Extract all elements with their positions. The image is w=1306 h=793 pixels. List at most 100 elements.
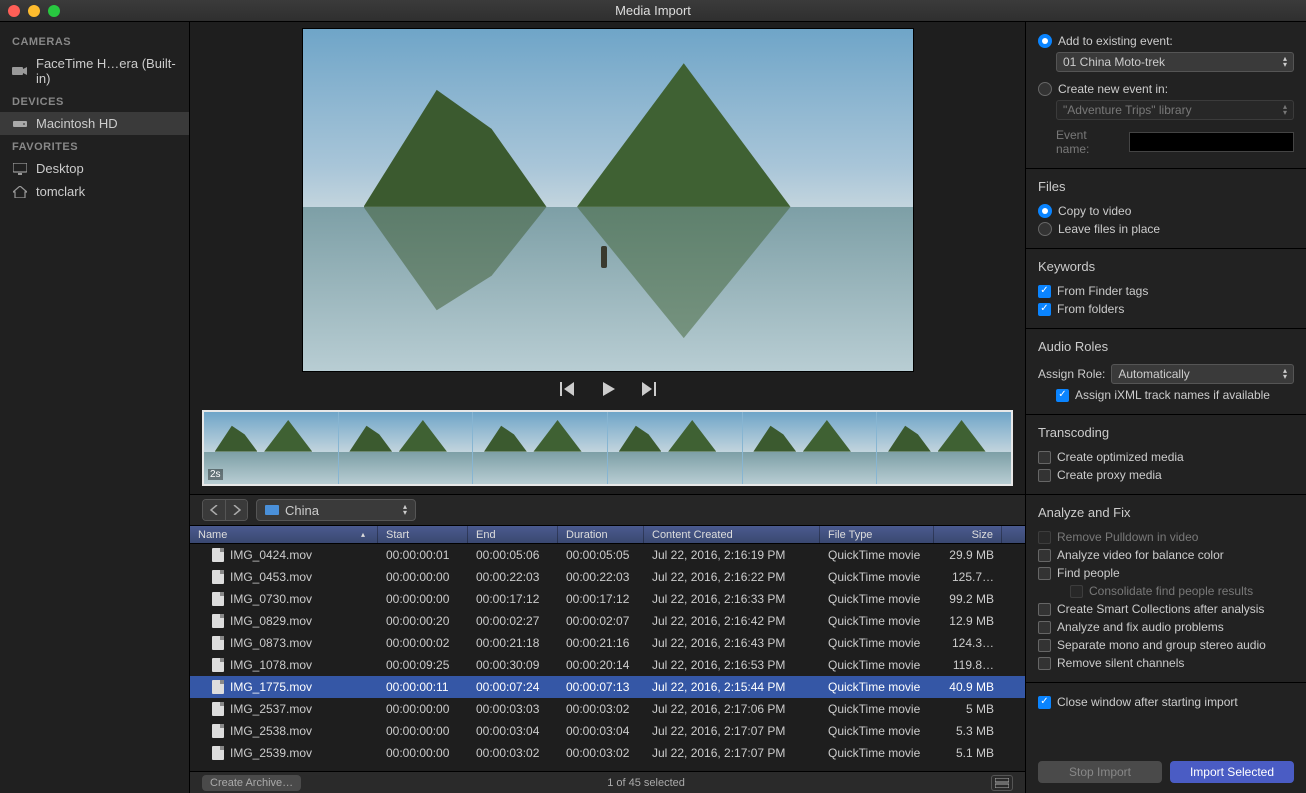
check-proxy-media[interactable] xyxy=(1038,469,1051,482)
table-row[interactable]: IMG_0873.mov00:00:00:0200:00:21:1800:00:… xyxy=(190,632,1025,654)
column-header-filetype[interactable]: File Type xyxy=(820,526,934,543)
check-close-after-import[interactable] xyxy=(1038,696,1051,709)
cell-created: Jul 22, 2016, 2:16:42 PM xyxy=(644,614,820,628)
check-find-people[interactable] xyxy=(1038,567,1051,580)
sidebar-item-facetime-camera[interactable]: FaceTime H…era (Built-in) xyxy=(0,52,189,90)
table-row[interactable]: IMG_1078.mov00:00:09:2500:00:30:0900:00:… xyxy=(190,654,1025,676)
sidebar-item-macintosh-hd[interactable]: Macintosh HD xyxy=(0,112,189,135)
cell-duration: 00:00:02:07 xyxy=(558,614,644,628)
folder-icon xyxy=(265,505,279,515)
filmstrip-thumb[interactable] xyxy=(877,412,1011,484)
table-row[interactable]: IMG_2538.mov00:00:00:0000:00:03:0400:00:… xyxy=(190,720,1025,742)
sidebar-heading-devices: DEVICES xyxy=(0,90,189,112)
previous-clip-button[interactable] xyxy=(558,380,578,398)
sidebar-item-home-folder[interactable]: tomclark xyxy=(0,180,189,203)
cell-created: Jul 22, 2016, 2:17:07 PM xyxy=(644,724,820,738)
dropdown-arrows-icon: ▴▾ xyxy=(1283,56,1287,67)
filmstrip-duration-label: 2s xyxy=(208,469,223,480)
radio-create-new-event[interactable] xyxy=(1038,82,1052,96)
cell-size: 124.3… xyxy=(934,636,1002,650)
table-row[interactable]: IMG_0424.mov00:00:00:0100:00:05:0600:00:… xyxy=(190,544,1025,566)
import-options-panel: Add to existing event: 01 China Moto-tre… xyxy=(1026,22,1306,793)
check-balance-color[interactable] xyxy=(1038,549,1051,562)
preview-viewer[interactable] xyxy=(302,28,914,372)
nav-forward-button[interactable] xyxy=(225,500,247,520)
filmstrip-thumb[interactable] xyxy=(473,412,608,484)
view-mode-toggle[interactable] xyxy=(991,775,1013,791)
cell-filetype: QuickTime movie xyxy=(820,724,934,738)
check-finder-tags[interactable] xyxy=(1038,285,1051,298)
import-selected-button[interactable]: Import Selected xyxy=(1170,761,1294,783)
cell-start: 00:00:00:00 xyxy=(378,746,468,760)
stop-import-button[interactable]: Stop Import xyxy=(1038,761,1162,783)
radio-leave-in-place[interactable] xyxy=(1038,222,1052,236)
filmstrip-thumb[interactable] xyxy=(608,412,743,484)
cell-name: IMG_1078.mov xyxy=(230,658,312,672)
minimize-window-button[interactable] xyxy=(28,5,40,17)
movie-file-icon xyxy=(212,636,224,650)
movie-file-icon xyxy=(212,702,224,716)
dropdown-arrows-icon: ▴▾ xyxy=(1283,368,1287,379)
filmstrip-thumb[interactable] xyxy=(743,412,878,484)
check-separate-mono[interactable] xyxy=(1038,639,1051,652)
fullscreen-window-button[interactable] xyxy=(48,5,60,17)
nav-back-button[interactable] xyxy=(203,500,225,520)
filmstrip-thumb[interactable] xyxy=(204,412,339,484)
label-event-name: Event name: xyxy=(1056,128,1123,156)
cell-duration: 00:00:20:14 xyxy=(558,658,644,672)
column-header-duration[interactable]: Duration xyxy=(558,526,644,543)
check-fix-audio[interactable] xyxy=(1038,621,1051,634)
section-title-files: Files xyxy=(1038,179,1294,194)
radio-add-existing-event[interactable] xyxy=(1038,34,1052,48)
cell-filetype: QuickTime movie xyxy=(820,746,934,760)
filmstrip-thumb[interactable] xyxy=(339,412,474,484)
radio-copy-to-library[interactable] xyxy=(1038,204,1052,218)
check-from-folders[interactable] xyxy=(1038,303,1051,316)
filmstrip[interactable]: 2s xyxy=(202,410,1013,486)
check-smart-collections[interactable] xyxy=(1038,603,1051,616)
sidebar-item-label: tomclark xyxy=(36,184,85,199)
play-button[interactable] xyxy=(598,380,618,398)
cell-start: 00:00:00:00 xyxy=(378,570,468,584)
column-header-size[interactable]: Size xyxy=(934,526,1002,543)
desktop-icon xyxy=(12,163,28,175)
table-row[interactable]: IMG_1775.mov00:00:00:1100:00:07:2400:00:… xyxy=(190,676,1025,698)
existing-event-dropdown[interactable]: 01 China Moto-trek ▴▾ xyxy=(1056,52,1294,72)
cell-start: 00:00:00:00 xyxy=(378,702,468,716)
cell-filetype: QuickTime movie xyxy=(820,658,934,672)
cell-end: 00:00:30:09 xyxy=(468,658,558,672)
check-ixml-names[interactable] xyxy=(1056,389,1069,402)
assign-role-dropdown[interactable]: Automatically ▴▾ xyxy=(1111,364,1294,384)
table-row[interactable]: IMG_0730.mov00:00:00:0000:00:17:1200:00:… xyxy=(190,588,1025,610)
next-clip-button[interactable] xyxy=(638,380,658,398)
cell-filetype: QuickTime movie xyxy=(820,570,934,584)
sort-ascending-icon: ▴ xyxy=(361,530,369,539)
cell-size: 119.8… xyxy=(934,658,1002,672)
check-optimized-media[interactable] xyxy=(1038,451,1051,464)
check-remove-silent[interactable] xyxy=(1038,657,1051,670)
check-consolidate-people xyxy=(1070,585,1083,598)
table-row[interactable]: IMG_2539.mov00:00:00:0000:00:03:0200:00:… xyxy=(190,742,1025,764)
new-event-library-dropdown: "Adventure Trips" library ▴▾ xyxy=(1056,100,1294,120)
cell-name: IMG_2539.mov xyxy=(230,746,312,760)
sidebar-item-desktop[interactable]: Desktop xyxy=(0,157,189,180)
create-archive-button[interactable]: Create Archive… xyxy=(202,775,301,791)
folder-dropdown[interactable]: China ▴▾ xyxy=(256,499,416,521)
table-row[interactable]: IMG_2537.mov00:00:00:0000:00:03:0300:00:… xyxy=(190,698,1025,720)
cell-filetype: QuickTime movie xyxy=(820,592,934,606)
cell-duration: 00:00:21:16 xyxy=(558,636,644,650)
dropdown-arrows-icon: ▴▾ xyxy=(403,504,407,515)
cell-duration: 00:00:03:02 xyxy=(558,702,644,716)
table-row[interactable]: IMG_0453.mov00:00:00:0000:00:22:0300:00:… xyxy=(190,566,1025,588)
column-header-start[interactable]: Start xyxy=(378,526,468,543)
column-header-created[interactable]: Content Created xyxy=(644,526,820,543)
close-window-button[interactable] xyxy=(8,5,20,17)
movie-file-icon xyxy=(212,592,224,606)
cell-end: 00:00:17:12 xyxy=(468,592,558,606)
column-header-name[interactable]: Name▴ xyxy=(190,526,378,543)
column-header-end[interactable]: End xyxy=(468,526,558,543)
cell-duration: 00:00:05:05 xyxy=(558,548,644,562)
cell-duration: 00:00:03:04 xyxy=(558,724,644,738)
table-row[interactable]: IMG_0829.mov00:00:00:2000:00:02:2700:00:… xyxy=(190,610,1025,632)
cell-end: 00:00:02:27 xyxy=(468,614,558,628)
